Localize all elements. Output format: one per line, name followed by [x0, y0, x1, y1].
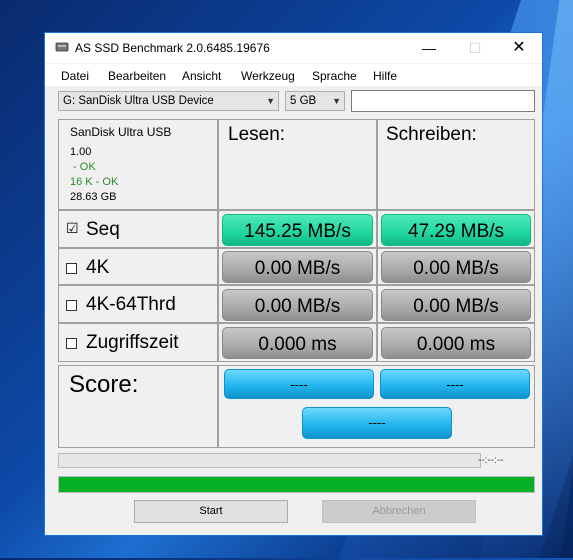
maximize-button[interactable]: ☐: [452, 33, 498, 63]
elapsed-time: --:--:--: [478, 455, 504, 466]
access-write-value: 0.000 ms: [381, 327, 531, 359]
4k-checkbox[interactable]: [66, 263, 77, 274]
driver-status: - OK: [70, 161, 96, 173]
row-4k64-label: 4K-64Thrd: [86, 294, 176, 315]
score-write-value: ----: [380, 369, 530, 399]
menu-datei[interactable]: Datei: [61, 69, 89, 83]
close-button[interactable]: ✕: [496, 33, 542, 63]
menu-bar: Datei Bearbeiten Ansicht Werkzeug Sprach…: [45, 64, 542, 86]
4k64-write-cell: 0.00 MB/s: [377, 285, 535, 323]
drive-select-value: G: SanDisk Ultra USB Device: [63, 95, 214, 107]
access-write-cell: 0.000 ms: [377, 323, 535, 362]
menu-werkzeug[interactable]: Werkzeug: [241, 69, 295, 83]
4k64-write-value: 0.00 MB/s: [381, 289, 531, 321]
cancel-button[interactable]: Abbrechen: [322, 500, 476, 523]
row-access-label: Zugriffszeit: [86, 332, 179, 353]
chevron-down-icon: ▼: [332, 96, 341, 106]
score-label: Score:: [69, 371, 139, 398]
device-name: SanDisk Ultra USB: [70, 125, 172, 139]
4k-write-cell: 0.00 MB/s: [377, 248, 535, 285]
chevron-down-icon: ▼: [266, 96, 275, 106]
benchmark-window: AS SSD Benchmark 2.0.6485.19676 — ☐ ✕ Da…: [44, 32, 543, 536]
menu-bearbeiten[interactable]: Bearbeiten: [108, 69, 166, 83]
write-header-label: Schreiben:: [386, 124, 477, 145]
4k64-read-value: 0.00 MB/s: [222, 289, 373, 321]
start-button[interactable]: Start: [134, 500, 288, 523]
device-info-panel: SanDisk Ultra USB 1.00 - OK 16 K - OK 28…: [58, 119, 218, 210]
minimize-button[interactable]: —: [406, 33, 452, 63]
seq-checkbox[interactable]: ☑: [66, 221, 79, 235]
size-select[interactable]: 5 GB ▼: [285, 91, 345, 111]
info-textbox[interactable]: [351, 90, 535, 112]
4k-write-value: 0.00 MB/s: [381, 251, 531, 283]
row-seq-label-cell[interactable]: ☑ Seq: [58, 210, 218, 248]
4k64-checkbox[interactable]: [66, 300, 77, 311]
seq-write-value: 47.29 MB/s: [381, 214, 531, 246]
menu-sprache[interactable]: Sprache: [312, 69, 357, 83]
row-access-label-cell[interactable]: Zugriffszeit: [58, 323, 218, 362]
4k-read-cell: 0.00 MB/s: [218, 248, 377, 285]
score-read-value: ----: [224, 369, 374, 399]
alignment-status: 16 K - OK: [70, 176, 119, 188]
read-header-label: Lesen:: [228, 124, 286, 145]
test-progress-bar: [58, 453, 481, 468]
row-seq-label: Seq: [86, 219, 120, 240]
window-title: AS SSD Benchmark 2.0.6485.19676: [75, 41, 270, 55]
row-4k64-label-cell[interactable]: 4K-64Thrd: [58, 285, 218, 323]
row-4k-label-cell[interactable]: 4K: [58, 248, 218, 285]
size-select-value: 5 GB: [290, 95, 317, 107]
menu-hilfe[interactable]: Hilfe: [373, 69, 397, 83]
drive-select[interactable]: G: SanDisk Ultra USB Device ▼: [58, 91, 279, 111]
overall-progress-bar: [58, 476, 535, 493]
seq-write-cell: 47.29 MB/s: [377, 210, 535, 248]
device-capacity: 28.63 GB: [70, 191, 117, 203]
write-column-header: Schreiben:: [377, 119, 535, 210]
4k-read-value: 0.00 MB/s: [222, 251, 373, 283]
title-bar[interactable]: AS SSD Benchmark 2.0.6485.19676 — ☐ ✕: [45, 33, 542, 63]
seq-read-value: 145.25 MB/s: [222, 214, 373, 246]
read-column-header: Lesen:: [218, 119, 377, 210]
drive-icon: [55, 42, 69, 52]
access-read-cell: 0.000 ms: [218, 323, 377, 362]
score-total-value: ----: [302, 407, 452, 439]
seq-read-cell: 145.25 MB/s: [218, 210, 377, 248]
device-version: 1.00: [70, 146, 92, 158]
menu-ansicht[interactable]: Ansicht: [182, 69, 221, 83]
access-checkbox[interactable]: [66, 338, 77, 349]
4k64-read-cell: 0.00 MB/s: [218, 285, 377, 323]
overall-progress-fill: [59, 477, 534, 492]
row-4k-label: 4K: [86, 257, 110, 278]
access-read-value: 0.000 ms: [222, 327, 373, 359]
